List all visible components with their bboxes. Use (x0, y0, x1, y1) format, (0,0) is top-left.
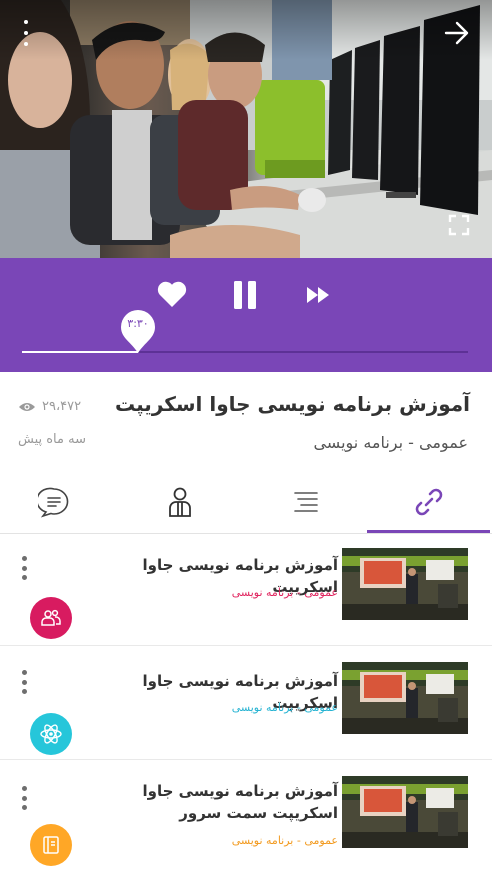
seek-bar[interactable] (22, 351, 468, 353)
item-more-icon[interactable] (20, 670, 28, 694)
item-category: عمومی - برنامه نویسی (231, 701, 338, 714)
arrow-right-icon[interactable] (442, 18, 472, 48)
list-item[interactable]: آموزش برنامه نویسی جاوا اسکریپت عمومی - … (0, 646, 492, 760)
category-badge (30, 713, 72, 755)
tab-playlist[interactable] (244, 470, 367, 534)
pause-icon (234, 281, 256, 309)
video-thumbnail (342, 548, 468, 620)
heart-icon (157, 281, 187, 307)
player-controls: ۳:۳۰ (0, 258, 492, 372)
tab-teacher[interactable] (118, 470, 241, 534)
list-item[interactable]: آموزش برنامه نویسی جاوا اسکریپت سمت سرور… (0, 760, 492, 870)
pause-button[interactable] (228, 278, 262, 312)
like-button[interactable] (154, 278, 190, 310)
tab-comments[interactable] (0, 470, 115, 534)
video-category: عمومی - برنامه نویسی (313, 433, 468, 452)
publish-date: سه ماه پیش (18, 432, 86, 447)
category-badge (30, 597, 72, 639)
video-preview[interactable] (0, 0, 492, 258)
hero-shade (0, 0, 492, 60)
video-thumbnail (342, 662, 468, 734)
fast-forward-icon (307, 287, 329, 303)
views-value: ۲۹،۴۷۲ (42, 399, 82, 414)
list-icon (293, 492, 318, 512)
person-icon (168, 487, 191, 517)
active-tab-indicator (367, 530, 490, 533)
fast-forward-button[interactable] (304, 282, 332, 308)
more-options-icon[interactable] (16, 20, 36, 46)
tab-links[interactable] (367, 470, 490, 534)
item-more-icon[interactable] (20, 786, 28, 810)
seek-handle-pin (121, 310, 155, 353)
link-icon (415, 488, 442, 516)
views-count: ۲۹،۴۷۲ (18, 399, 81, 414)
video-info: آموزش برنامه نویسی جاوا اسکریپت عمومی - … (0, 372, 492, 470)
item-title: آموزش برنامه نویسی جاوا اسکریپت سمت سرور (142, 782, 338, 822)
book-icon (43, 836, 59, 854)
detail-tabs (0, 470, 492, 534)
item-category: عمومی - برنامه نویسی (231, 834, 338, 847)
list-item[interactable]: آموزش برنامه نویسی جاوا اسکریپت عمومی - … (0, 534, 492, 646)
comments-icon (37, 487, 68, 518)
video-thumbnail (342, 776, 468, 848)
item-category: عمومی - برنامه نویسی (231, 586, 338, 599)
atom-icon (40, 724, 62, 744)
seek-handle[interactable]: ۳:۳۰ (119, 308, 157, 354)
item-more-icon[interactable] (20, 556, 28, 580)
current-time-label: ۳:۳۰ (127, 317, 149, 330)
video-title: آموزش برنامه نویسی جاوا اسکریپت (114, 392, 470, 416)
category-badge (30, 824, 72, 866)
eye-icon (19, 402, 35, 411)
people-icon (41, 609, 61, 626)
fullscreen-icon[interactable] (448, 214, 470, 236)
